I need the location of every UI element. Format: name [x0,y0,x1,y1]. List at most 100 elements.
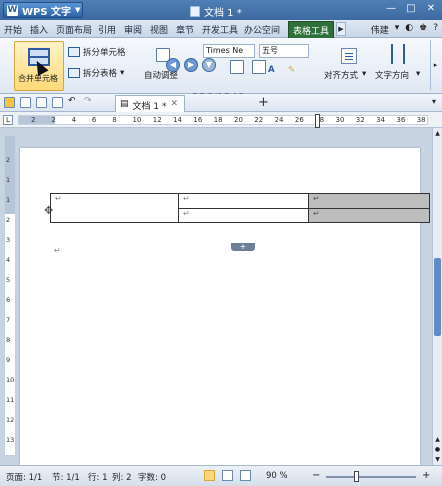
insert-row-button[interactable]: + [231,243,255,251]
close-button[interactable]: ✕ [424,3,438,14]
prev-page-icon[interactable]: ◀ [166,58,180,72]
ruler-number: 30 [335,116,345,124]
zoom-out-button[interactable]: − [312,470,320,481]
page-down-icon[interactable]: ▼ [202,58,216,72]
redo-icon[interactable]: ↷ [84,97,95,108]
indent-marker[interactable] [315,114,320,128]
minimize-button[interactable]: — [384,3,398,14]
tab-page-layout[interactable]: 页面布局 [56,23,92,36]
font-name-select[interactable]: Times Ne [203,44,255,58]
status-word-count[interactable]: 字数: 0 [138,471,166,483]
status-page[interactable]: 页面: 1/1 [6,471,42,483]
tab-review[interactable]: 审阅 [124,23,142,36]
ruler-number: 38 [416,116,426,124]
zoom-in-button[interactable]: + [422,470,430,481]
chevron-down-icon[interactable]: ▾ [395,23,400,36]
outline-view-icon[interactable] [222,470,233,481]
tab-chapter[interactable]: 章节 [176,23,194,36]
page-view-icon[interactable] [204,470,215,481]
document-table[interactable]: ↵ ↵ ↵ ↵ ↵ [50,193,430,223]
new-tab-button[interactable]: + [258,95,269,110]
shirt-icon[interactable]: ♚ [419,23,427,36]
tab-table-tools[interactable]: 表格工具 [288,21,335,38]
close-tab-icon[interactable]: ✕ [170,99,178,112]
save-icon[interactable] [230,60,244,74]
menu-bar: 开始 插入 页面布局 引用 审阅 视图 章节 开发工具 办公空间 表格工具 ▶ … [0,20,442,38]
scrollbar-thumb[interactable] [434,258,441,336]
split-table-button[interactable]: 拆分表格 ▾ [68,67,124,79]
zoom-slider-thumb[interactable] [354,471,359,482]
tab-insert[interactable]: 插入 [30,23,48,36]
scroll-up-icon[interactable]: ▲ [433,130,442,137]
ruler-number: 8 [112,116,117,124]
document-title-text: 文档 1 * [204,8,242,19]
ruler-number: 4 [71,116,77,124]
next-page-icon[interactable]: ▼ [433,456,442,463]
ruler-strip[interactable]: 22468101214161820222426283032343638 [18,114,428,128]
tab-references[interactable]: 引用 [98,23,116,36]
align-icon[interactable] [341,48,357,64]
text-direction-icon[interactable] [391,44,405,64]
table-cell[interactable]: ↵ [50,193,179,223]
ruler-number: 34 [376,116,386,124]
font-size-select[interactable]: 五号 [259,44,309,58]
table-cell[interactable]: ↵ [178,207,309,223]
chevron-down-icon: ▾ [120,68,125,78]
tabs-scroll-right-icon[interactable]: ▶ [336,22,346,36]
split-cells-button[interactable]: 拆分单元格 [68,46,126,58]
document-icon [190,6,200,17]
tab-home[interactable]: 开始 [4,23,22,36]
print-icon[interactable] [36,97,47,108]
document-tab-label: 文档 1 * [132,102,167,112]
tab-view[interactable]: 视图 [150,23,168,36]
chevron-down-icon[interactable]: ▾ [362,69,366,79]
tab-office-space[interactable]: 办公空间 [244,23,280,36]
ruler-number: 2 [6,156,11,164]
next-page-icon[interactable]: ▶ [184,58,198,72]
print-preview-icon[interactable] [52,97,63,108]
chevron-down-icon[interactable]: ▾ [416,69,420,79]
split-cells-icon [68,47,80,57]
save-icon[interactable] [20,97,31,108]
browse-object-icon[interactable]: ● [433,446,442,453]
title-bar: W WPS 文字 ▼ 文档 1 * — □ ✕ [0,0,442,20]
highlight-icon[interactable]: ✎ [288,65,295,75]
previous-page-icon[interactable]: ▲ [433,436,442,443]
tab-developer[interactable]: 开发工具 [202,23,238,36]
app-menu-button[interactable]: W WPS 文字 ▼ [3,2,83,18]
undo-icon[interactable]: ↶ [68,97,79,108]
font-color-icon[interactable]: A [268,65,275,75]
table-cell-selected[interactable]: ↵ [308,193,430,209]
maximize-button[interactable]: □ [404,3,418,14]
tab-stop-selector[interactable]: L [3,115,13,125]
vertical-scrollbar[interactable]: ▲ ▲ ● ▼ [432,128,442,465]
horizontal-ruler: L 22468101214161820222426283032343638 [0,112,442,128]
status-section: 节: 1/1 [52,473,80,483]
ruler-number: 1 [6,196,11,204]
table-cell[interactable]: ↵ [178,193,309,209]
help-icon[interactable]: ? [433,23,438,36]
align-button[interactable]: 对齐方式 [324,69,358,81]
ruler-number: 4 [6,256,11,264]
paragraph-mark: ↵ [54,246,61,255]
ruler-number: 12 [6,416,15,424]
save-as-icon[interactable] [252,60,266,74]
user-name[interactable]: 伟建 [371,23,389,36]
table-cell-selected[interactable]: ↵ [308,207,430,223]
document-tab[interactable]: ▤ 文档 1 * ✕ [115,95,186,112]
account-area: 伟建 ▾ ◐ ♚ ? [371,23,438,36]
tab-list-icon[interactable]: ▾ [432,97,436,106]
zoom-level[interactable]: 90 % [266,471,288,481]
ribbon-scroll-icon[interactable]: ▸ [430,40,440,90]
document-title: 文档 1 * [190,4,242,19]
skin-icon[interactable]: ◐ [405,23,413,36]
text-direction-button[interactable]: 文字方向 [375,69,409,81]
status-column: 列: 2 [112,473,132,483]
open-folder-icon[interactable] [4,97,15,108]
document-area[interactable]: ✥ ↵ ↵ ↵ ↵ ↵ + ↵ [18,128,432,465]
ribbon: 合并单元格 拆分单元格 拆分表格 ▾ 自动调整 Times Ne 五号 A ✎ … [0,38,442,94]
document-icon: ▤ [120,99,129,109]
zoom-slider[interactable] [326,476,416,478]
ruler-number: 10 [132,116,142,124]
web-view-icon[interactable] [240,470,251,481]
